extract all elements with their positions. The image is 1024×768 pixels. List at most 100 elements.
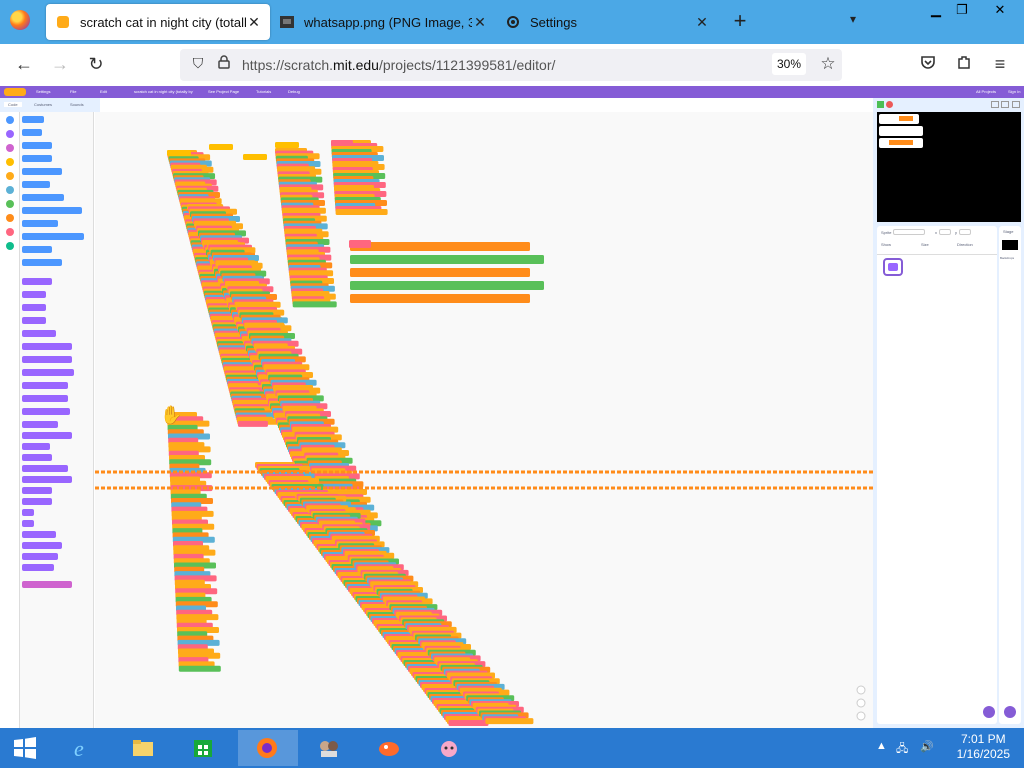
restore-button[interactable]: ❐ [944,0,980,20]
tab-scratch-project[interactable]: scratch cat in night city (totally ✕ [46,4,270,40]
palette-block[interactable] [22,509,34,516]
palette-block[interactable] [22,317,46,324]
category-pen[interactable] [6,242,14,250]
sprite-name-input[interactable] [893,229,925,235]
palette-block[interactable] [22,443,50,450]
palette-block[interactable] [22,408,70,415]
category-motion[interactable] [6,116,14,124]
internet-explorer-button[interactable]: e [58,730,108,766]
menu-all-projects[interactable]: All Projects [976,89,996,94]
tab-settings[interactable]: Settings ✕ [502,4,718,40]
code-block[interactable] [350,294,530,303]
code-block[interactable] [448,720,489,726]
palette-block[interactable] [22,330,56,337]
hat-block[interactable] [275,142,299,148]
network-icon[interactable]: 🖧 [896,740,908,759]
close-icon[interactable]: ✕ [472,14,488,31]
reload-icon[interactable]: ↻ [84,54,108,75]
volume-icon[interactable]: 🔊 [920,740,934,753]
palette-block[interactable] [22,259,62,266]
green-flag-icon[interactable] [877,101,884,108]
zoom-reset-button[interactable] [856,711,866,721]
list-all-tabs-chevron-down-icon[interactable]: ▾ [850,12,856,26]
shield-icon[interactable]: ⛉ [186,55,210,72]
scratch-logo[interactable] [4,88,26,96]
palette-block[interactable] [22,465,68,472]
code-block[interactable] [350,268,530,277]
app-1-button[interactable] [304,730,354,766]
tab-sounds[interactable]: Sounds [70,102,84,107]
palette-block[interactable] [22,542,62,549]
hat-block[interactable] [167,150,191,156]
palette-block[interactable] [22,382,68,389]
palette-block[interactable] [22,181,50,188]
start-button[interactable] [0,730,50,766]
show-hidden-icons-button[interactable]: ▲ [876,740,887,752]
zoom-in-button[interactable] [856,685,866,695]
palette-block[interactable] [22,291,46,298]
stage-canvas[interactable] [877,112,1021,222]
palette-block[interactable] [22,194,64,201]
category-control[interactable] [6,172,14,180]
code-block[interactable] [292,301,337,308]
menu-see-project-page[interactable]: See Project Page [208,89,239,94]
script-blocks[interactable] [95,112,873,728]
stage-selector[interactable]: Stage Backdrops [999,226,1021,724]
palette-block[interactable] [22,454,52,461]
tab-costumes[interactable]: Costumes [34,102,52,107]
palette-block[interactable] [22,343,72,350]
palette-block[interactable] [22,487,52,494]
new-tab-button[interactable]: + [730,10,750,32]
palette-block[interactable] [22,476,72,483]
file-explorer-button[interactable] [118,730,168,766]
menu-debug[interactable]: Debug [288,89,300,94]
address-bar[interactable]: ⛉ https://scratch.mit.edu/projects/11213… [180,49,842,81]
palette-block[interactable] [22,432,72,439]
code-block[interactable] [485,718,534,725]
menu-edit[interactable]: Edit [100,89,107,94]
palette-block[interactable] [22,531,56,538]
palette-block[interactable] [22,564,54,571]
app-3-button[interactable] [424,730,474,766]
category-sensing[interactable] [6,186,14,194]
palette-block[interactable] [22,246,52,253]
palette-block[interactable] [22,369,74,376]
x-input[interactable] [939,229,951,235]
lock-icon[interactable] [212,55,236,72]
palette-block[interactable] [22,142,52,149]
category-looks[interactable] [6,130,14,138]
code-block[interactable] [350,242,530,251]
pocket-icon[interactable] [916,54,940,75]
palette-block[interactable] [22,395,68,402]
menu-hamburger-icon[interactable]: ≡ [988,54,1012,75]
palette-block[interactable] [22,421,58,428]
palette-block[interactable] [22,116,44,123]
palette-block[interactable] [22,553,58,560]
hat-block[interactable] [243,154,267,160]
menu-file[interactable]: File [70,89,76,94]
code-workspace[interactable] [95,112,873,728]
y-input[interactable] [959,229,971,235]
hat-block[interactable] [331,140,353,146]
sprite-thumbnail[interactable] [883,258,903,276]
category-sound[interactable] [6,144,14,152]
palette-block[interactable] [22,207,82,214]
code-block[interactable] [350,255,544,264]
bookmark-star-icon[interactable]: ☆ [816,54,840,74]
block-palette[interactable] [20,112,94,728]
choose-backdrop-button[interactable] [1004,706,1016,718]
app-2-button[interactable] [364,730,414,766]
close-icon[interactable]: ✕ [694,14,710,31]
fullscreen-icon[interactable] [1012,101,1020,108]
code-block[interactable] [237,420,268,427]
palette-block[interactable] [22,520,34,527]
forward-arrow-icon[interactable]: → [48,54,72,75]
palette-block[interactable] [22,278,52,285]
hat-block[interactable] [209,144,233,150]
url-text[interactable]: https://scratch.mit.edu/projects/1121399… [242,57,555,73]
palette-block[interactable] [22,581,72,588]
system-clock[interactable]: 7:01 PM 1/16/2025 [957,732,1010,762]
choose-sprite-button[interactable] [983,706,995,718]
zoom-level-button[interactable]: 30% [772,53,806,75]
firefox-logo-icon[interactable] [10,10,30,30]
